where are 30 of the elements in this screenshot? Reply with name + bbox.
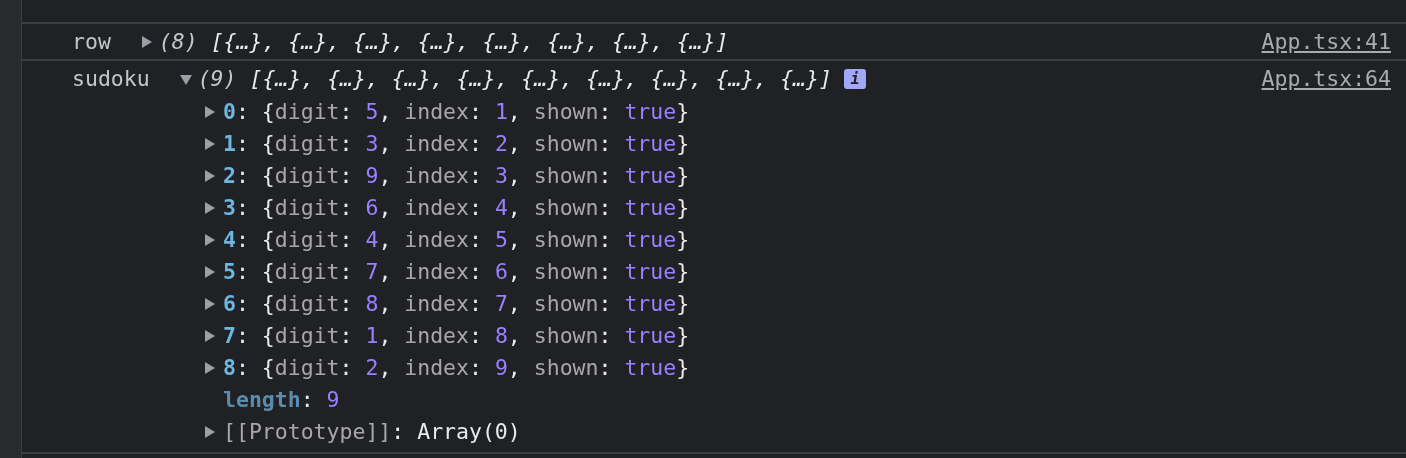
expand-triangle-icon[interactable] xyxy=(204,329,216,343)
expand-triangle-icon[interactable] xyxy=(204,425,216,439)
expand-triangle-icon[interactable] xyxy=(204,233,216,247)
array-item[interactable]: 7: {digit: 1, index: 8, shown: true} xyxy=(223,319,690,353)
prototype-property[interactable]: [[Prototype]]: Array(0) xyxy=(223,415,521,449)
array-item[interactable]: 0: {digit: 5, index: 1, shown: true} xyxy=(223,95,690,129)
expand-triangle-icon[interactable] xyxy=(204,265,216,279)
expand-triangle-icon[interactable] xyxy=(204,137,216,151)
expand-triangle-icon[interactable] xyxy=(204,169,216,183)
variable-label: row xyxy=(72,27,111,56)
expand-triangle-icon[interactable] xyxy=(204,297,216,311)
expand-triangle-icon[interactable] xyxy=(204,361,216,375)
source-link[interactable]: App.tsx:64 xyxy=(1261,62,1391,96)
array-item[interactable]: 1: {digit: 3, index: 2, shown: true} xyxy=(223,127,690,161)
array-item[interactable]: 6: {digit: 8, index: 7, shown: true} xyxy=(223,287,690,321)
length-property: length: 9 xyxy=(223,385,340,414)
variable-label: sudoku xyxy=(72,64,150,93)
array-item[interactable]: 5: {digit: 7, index: 6, shown: true} xyxy=(223,255,690,289)
array-item[interactable]: 4: {digit: 4, index: 5, shown: true} xyxy=(223,223,690,257)
array-item[interactable]: 8: {digit: 2, index: 9, shown: true} xyxy=(223,351,690,385)
array-preview[interactable]: (9) [{…}, {…}, {…}, {…}, {…}, {…}, {…}, {…}, {…}] xyxy=(197,62,832,96)
array-item[interactable]: 2: {digit: 9, index: 3, shown: true} xyxy=(223,159,690,193)
array-preview[interactable]: (8) [{…}, {…}, {…}, {…}, {…}, {…}, {…}, {…}] xyxy=(158,25,729,59)
source-link[interactable]: App.tsx:41 xyxy=(1261,25,1391,59)
collapse-triangle-icon[interactable] xyxy=(179,72,192,86)
array-item[interactable]: 3: {digit: 6, index: 4, shown: true} xyxy=(223,191,690,225)
expand-triangle-icon[interactable] xyxy=(204,105,216,119)
expand-triangle-icon[interactable] xyxy=(140,35,153,49)
info-badge[interactable]: i xyxy=(843,69,866,89)
expand-triangle-icon[interactable] xyxy=(204,201,216,215)
